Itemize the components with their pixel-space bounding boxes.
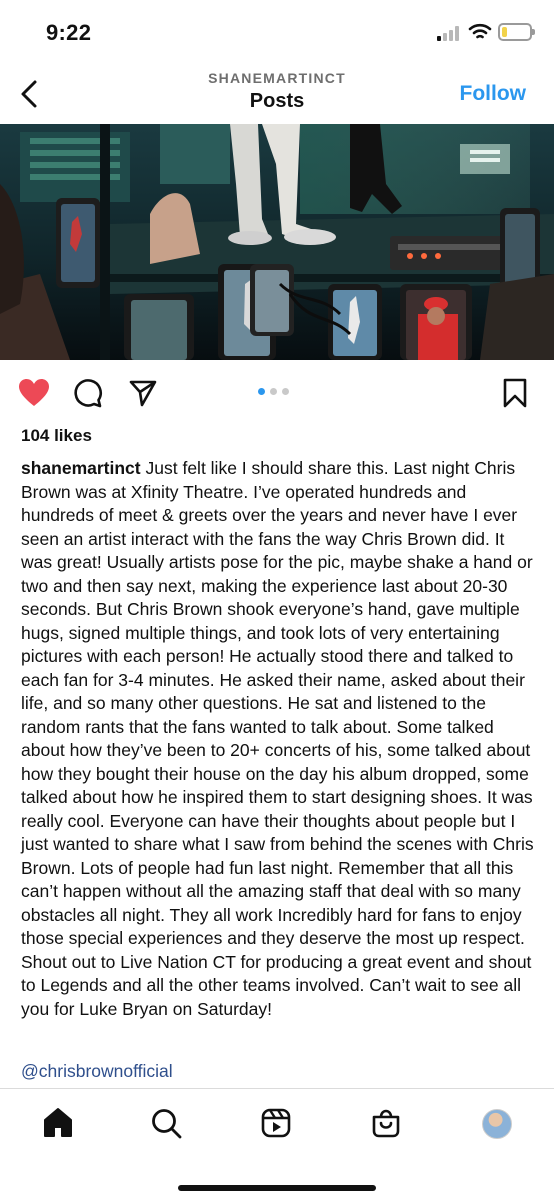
user-mention-link[interactable]: @chrisbrownofficial [21, 1061, 173, 1082]
comment-icon [74, 379, 102, 408]
caption-text: Just felt like I should share this. Last… [21, 458, 534, 1019]
nav-shop-button[interactable] [368, 1105, 404, 1141]
carousel-dot [258, 388, 265, 395]
status-bar: 9:22 [0, 0, 554, 62]
comment-button[interactable] [71, 376, 105, 410]
nav-reels-button[interactable] [258, 1105, 294, 1141]
battery-icon [498, 23, 535, 41]
like-button[interactable] [17, 376, 51, 410]
carousel-dot [270, 388, 277, 395]
search-icon [152, 1109, 182, 1139]
nav-search-button[interactable] [148, 1105, 184, 1141]
nav-header: SHANEMARTINCT Posts Follow [0, 62, 554, 124]
likes-count[interactable]: 104 likes [21, 426, 92, 446]
post-caption: shanemartinct Just felt like I should sh… [21, 457, 537, 1021]
heart-icon [19, 379, 49, 406]
status-time: 9:22 [46, 20, 92, 45]
cellular-signal-icon [437, 25, 463, 41]
home-indicator [178, 1185, 376, 1191]
wifi-icon [468, 22, 492, 42]
battery-level [502, 27, 507, 37]
concert-photo [0, 124, 554, 360]
nav-profile-avatar[interactable] [482, 1109, 512, 1139]
nav-home-button[interactable] [40, 1105, 76, 1141]
bookmark-icon [503, 378, 527, 408]
bottom-navigation [0, 1088, 554, 1200]
post-actions [0, 360, 554, 424]
save-button[interactable] [498, 376, 532, 410]
carousel-indicator [258, 388, 289, 395]
carousel-dot [282, 388, 289, 395]
share-icon [129, 380, 157, 407]
caption-username[interactable]: shanemartinct [21, 458, 141, 478]
share-button[interactable] [126, 376, 160, 410]
home-icon [44, 1108, 72, 1137]
follow-button[interactable]: Follow [460, 82, 527, 106]
shop-icon [372, 1109, 400, 1138]
reels-icon [261, 1108, 291, 1138]
post-image[interactable] [0, 124, 554, 360]
